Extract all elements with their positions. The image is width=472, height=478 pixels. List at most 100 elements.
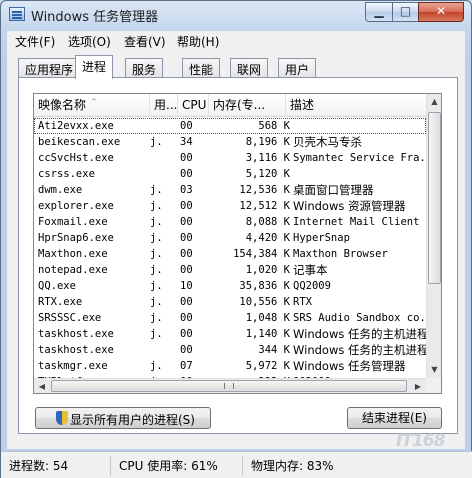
cell-memory: 154,384 K [233,248,290,260]
table-row[interactable]: taskhost.exe 00 344 K Windows 任务的主机进程 [34,342,426,358]
cell-description: 记事本 [293,263,328,277]
cell-memory: 1,140 K [245,328,290,340]
cell-user: j. [150,248,163,260]
cell-image-name: RTX.exe [38,296,83,308]
cell-image-name: csrss.exe [38,168,95,180]
cell-cpu: 00 [180,200,193,212]
cell-user: j. [150,328,163,340]
cell-memory: 12,512 K [239,200,290,212]
process-list[interactable]: 映像名称 ^ 用... CPU 内存(专... 描述 Ati2evxx.exe 0… [33,93,442,394]
end-process-button[interactable]: 结束进程(E) [347,407,442,429]
cell-memory: 5,120 K [245,168,290,180]
column-header-user[interactable]: 用... [150,94,178,117]
scroll-right-arrow-icon[interactable]: ▶ [410,379,426,393]
cell-memory: 3,116 K [245,152,290,164]
uac-shield-icon [56,411,68,425]
column-header-image-name[interactable]: 映像名称 ^ [34,94,150,117]
tab-services[interactable]: 服务 [125,58,164,78]
table-row[interactable]: explorer.exe j. 00 12,512 K Windows 资源管理器 [34,198,426,214]
cell-memory: 344 K [258,344,290,356]
cell-user: j. [150,136,163,148]
cell-description: RTX [293,296,312,308]
cell-user: j. [150,216,163,228]
table-row[interactable]: ccSvcHst.exe 00 3,116 K Symantec Service Fr… [34,150,426,166]
cell-image-name: taskhost.exe [38,344,114,356]
table-row[interactable]: beikescan.exe j. 34 8,196 K 贝壳木马专杀 [34,134,426,150]
cell-cpu: 00 [180,344,193,356]
menu-bar: 文件(F) 选项(O) 查看(V) 帮助(H) [7,31,465,51]
cell-cpu: 00 [180,120,193,132]
tab-performance[interactable]: 性能 [182,58,221,78]
cell-user: j. [150,360,163,372]
scroll-up-arrow-icon[interactable]: ▲ [427,94,441,110]
menu-options[interactable]: 选项(O) [68,33,111,50]
cell-user: j. [150,232,163,244]
cell-description: Symantec Service Fra... [293,152,426,164]
status-process-count: 进程数: 54 [3,456,111,476]
cell-memory: 8,196 K [245,136,290,148]
maximize-button[interactable]: □ [392,2,419,22]
cell-cpu: 00 [180,312,193,324]
show-all-label: 显示所有用户的进程(S) [70,413,195,427]
table-row[interactable]: notepad.exe j. 00 1,020 K 记事本 [34,262,426,278]
table-row[interactable]: taskhost.exe j. 00 1,140 K Windows 任务的主机进程 [34,326,426,342]
cell-image-name: QQ.exe [38,280,76,292]
column-label: 映像名称 [38,98,87,112]
cell-image-name: dwm.exe [38,184,83,196]
cell-user: j. [150,312,163,324]
scroll-down-arrow-icon[interactable]: ▼ [427,362,441,378]
column-header-description[interactable]: 描述 [286,94,426,117]
horizontal-scrollbar[interactable]: ◀ ▶ [34,378,426,393]
column-header-memory[interactable]: 内存(专... [209,94,286,117]
table-row[interactable]: csrss.exe 00 5,120 K [34,166,426,182]
cell-user: j. [150,184,163,196]
tab-processes[interactable]: 进程 [75,55,114,79]
cell-image-name: Ati2evxx.exe [38,120,114,132]
cell-description: HyperSnap [293,232,350,244]
menu-view[interactable]: 查看(V) [124,33,166,50]
cell-description: 贝壳木马专杀 [293,135,362,149]
cell-cpu: 10 [180,280,193,292]
cell-description: QQ2009 [293,280,331,292]
table-row[interactable]: Maxthon.exe j. 00 154,384 K Maxthon Browser [34,246,426,262]
minimize-button[interactable]: ▁ [365,2,393,22]
tab-users[interactable]: 用户 [278,58,317,78]
vertical-scrollbar[interactable]: ▲ ▼ [426,94,441,378]
cell-cpu: 00 [180,264,193,276]
vertical-scroll-thumb[interactable] [428,112,441,284]
cell-image-name: taskhost.exe [38,328,114,340]
status-cpu-usage: CPU 使用率: 61% [113,456,243,476]
title-bar[interactable]: Windows 任务管理器 ▁ □ ✕ [1,1,471,29]
watermark-logo: IT168 [396,431,445,451]
column-header-cpu[interactable]: CPU [178,94,209,117]
close-button[interactable]: ✕ [418,2,464,22]
menu-help[interactable]: 帮助(H) [177,33,219,50]
table-row[interactable]: HprSnap6.exe j. 00 4,420 K HyperSnap [34,230,426,246]
cell-description: SRS Audio Sandbox co... [293,312,426,324]
scroll-left-arrow-icon[interactable]: ◀ [34,379,50,393]
cell-description: Windows 任务的主机进程 [293,327,426,341]
menu-file[interactable]: 文件(F) [15,33,55,50]
cell-cpu: 00 [180,248,193,260]
cell-image-name: Foxmail.exe [38,216,108,228]
tab-applications[interactable]: 应用程序 [18,58,81,78]
table-row[interactable]: QQ.exe j. 10 35,836 K QQ2009 [34,278,426,294]
table-row[interactable]: RTX.exe j. 00 10,556 K RTX [34,294,426,310]
cell-cpu: 00 [180,328,193,340]
sort-ascending-icon: ^ [91,98,97,106]
table-row[interactable]: taskmgr.exe j. 07 5,972 K Windows 任务管理器 [34,358,426,374]
cell-memory: 4,420 K [245,232,290,244]
scrollbar-corner [426,378,441,393]
cell-image-name: beikescan.exe [38,136,121,148]
horizontal-scroll-thumb[interactable] [51,380,407,392]
cell-cpu: 00 [180,168,193,180]
table-row[interactable]: SRSSSC.exe j. 00 1,048 K SRS Audio Sandbox c… [34,310,426,326]
show-all-users-processes-button[interactable]: 显示所有用户的进程(S) [35,407,211,429]
cell-memory: 1,048 K [245,312,290,324]
table-row[interactable]: Foxmail.exe j. 00 8,088 K Internet Mail Clie… [34,214,426,230]
cell-cpu: 00 [180,216,193,228]
cell-user: j. [150,296,163,308]
table-row[interactable]: dwm.exe j. 03 12,536 K 桌面窗口管理器 [34,182,426,198]
tab-networking[interactable]: 联网 [230,58,269,78]
table-row[interactable]: Ati2evxx.exe 00 568 K [34,118,426,134]
